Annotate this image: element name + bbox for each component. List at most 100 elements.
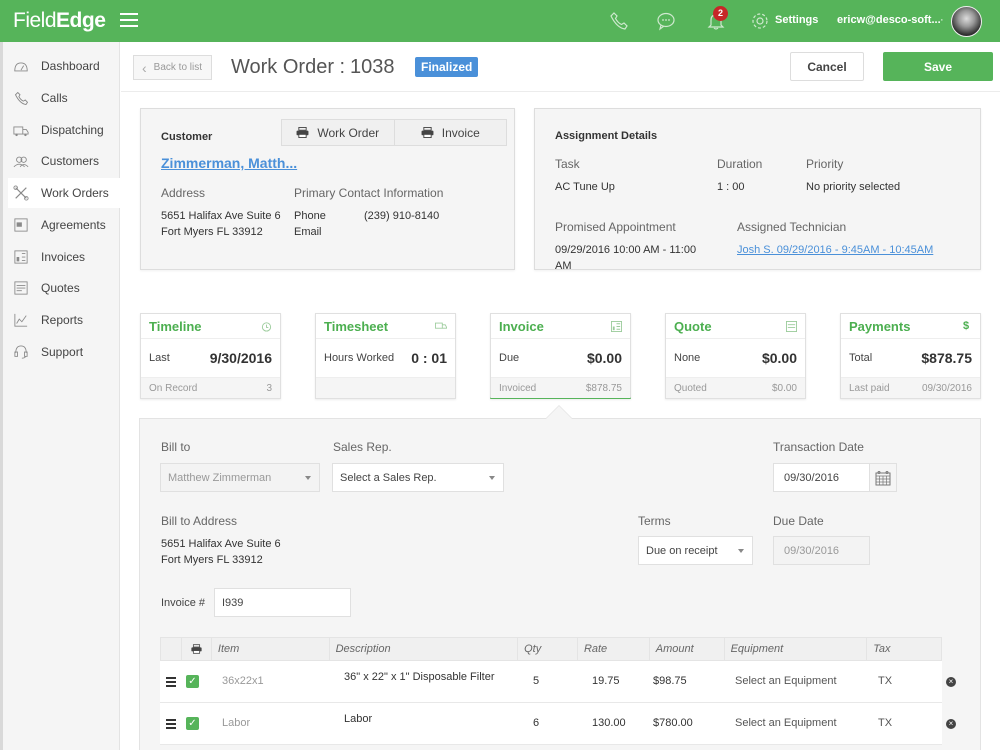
remove-row-icon[interactable]: × <box>946 719 956 729</box>
invoice-number-input[interactable]: I939 <box>214 588 351 617</box>
timesheet-tile[interactable]: Timesheet Hours Worked0 : 01 <box>315 313 456 399</box>
item-code[interactable]: 36x22x1 <box>222 675 264 687</box>
print-work-order-button[interactable]: Work Order <box>282 120 394 145</box>
item-qty[interactable]: 5 <box>533 675 539 687</box>
sidebar-item-calls[interactable]: Calls <box>3 83 120 113</box>
print-invoice-button[interactable]: Invoice <box>394 120 507 145</box>
page-title: Work Order : <box>231 56 345 79</box>
item-tax[interactable]: TX <box>878 717 892 729</box>
sidebar-item-customers[interactable]: Customers <box>3 146 120 176</box>
bill-to-select[interactable]: Matthew Zimmerman <box>160 463 320 492</box>
menu-toggle-icon[interactable] <box>120 13 138 27</box>
sidebar-item-dispatching[interactable]: Dispatching <box>3 115 120 145</box>
calendar-button[interactable] <box>869 463 897 492</box>
sales-rep-select[interactable]: Select a Sales Rep. <box>332 463 504 492</box>
column-header-item[interactable]: Item <box>212 638 330 660</box>
gear-icon[interactable] <box>750 11 770 31</box>
sidebar-item-label: Agreements <box>41 218 106 232</box>
item-rate[interactable]: 130.00 <box>592 717 626 729</box>
save-button[interactable]: Save <box>883 52 993 81</box>
sidebar-item-dashboard[interactable]: Dashboard <box>3 51 120 81</box>
chat-icon[interactable] <box>656 11 676 31</box>
user-email[interactable]: ericw@desco-soft... <box>837 14 941 26</box>
sidebar-item-quotes[interactable]: Quotes <box>3 273 120 303</box>
payments-tile[interactable]: Payments $ Total$878.75 Last paid09/30/2… <box>840 313 981 399</box>
table-row: ✓ 36x22x1 36" x 22" x 1" Disposable Filt… <box>160 661 942 703</box>
assigned-technician-link[interactable]: Josh S. 09/29/2016 - 9:45AM - 10:45AM <box>737 244 933 256</box>
fieldedge-logo[interactable]: FieldEdge <box>13 9 105 33</box>
bill-address-label: Bill to Address <box>161 514 237 528</box>
invoice-tile[interactable]: Invoice Due$0.00 Invoiced$878.75 <box>490 313 631 399</box>
tools-icon <box>12 185 30 201</box>
bill-address-line2: Fort Myers FL 33912 <box>161 554 263 566</box>
sidebar-item-agreements[interactable]: Agreements <box>3 210 120 240</box>
back-to-list-button[interactable]: ‹Back to list <box>133 55 212 80</box>
item-code[interactable]: Labor <box>222 717 250 729</box>
column-header-equipment[interactable]: Equipment <box>725 638 868 660</box>
caret-down-icon <box>738 549 744 553</box>
sidebar-item-reports[interactable]: Reports <box>3 305 120 335</box>
tile-title: Payments <box>849 319 910 334</box>
bill-to-label: Bill to <box>161 440 190 454</box>
column-header-amount[interactable]: Amount <box>650 638 725 660</box>
column-header-description[interactable]: Description <box>330 638 519 660</box>
task-value: AC Tune Up <box>555 181 615 193</box>
settings-link[interactable]: Settings <box>775 14 818 26</box>
avatar[interactable] <box>951 6 982 37</box>
assigned-technician-label: Assigned Technician <box>737 220 846 234</box>
sidebar-item-label: Dispatching <box>41 123 104 137</box>
invoice-icon <box>12 249 30 265</box>
sidebar-item-support[interactable]: Support <box>3 337 120 367</box>
clock-icon <box>260 320 272 332</box>
item-description[interactable]: 36" x 22" x 1" Disposable Filter <box>344 671 495 683</box>
tile-title: Timesheet <box>324 319 388 334</box>
quote-tile[interactable]: Quote None$0.00 Quoted$0.00 <box>665 313 806 399</box>
item-tax[interactable]: TX <box>878 675 892 687</box>
cancel-button[interactable]: Cancel <box>790 52 864 81</box>
timeline-tile[interactable]: Timeline Last9/30/2016 On Record3 <box>140 313 281 399</box>
due-date-input[interactable]: 09/30/2016 <box>773 536 870 565</box>
item-qty[interactable]: 6 <box>533 717 539 729</box>
calendar-icon <box>875 470 891 486</box>
duration-value: 1 : 00 <box>717 181 745 193</box>
sidebar-item-label: Calls <box>41 91 68 105</box>
printer-icon <box>296 127 309 138</box>
remove-row-icon[interactable]: × <box>946 677 956 687</box>
tile-main-label: Total <box>849 352 872 364</box>
item-rate[interactable]: 19.75 <box>592 675 620 687</box>
terms-select[interactable]: Due on receipt <box>638 536 753 565</box>
dashboard-icon <box>12 58 30 74</box>
print-checkbox[interactable]: ✓ <box>186 675 199 688</box>
drag-handle-icon[interactable] <box>166 677 176 689</box>
user-menu-dot[interactable]: · <box>940 14 944 26</box>
item-description[interactable]: Labor <box>344 713 372 725</box>
tile-foot-value: 09/30/2016 <box>922 383 972 394</box>
column-header-tax[interactable]: Tax <box>867 638 941 660</box>
drag-column-header <box>161 638 182 660</box>
print-checkbox[interactable]: ✓ <box>186 717 199 730</box>
assignment-heading: Assignment Details <box>555 130 657 142</box>
drag-handle-icon[interactable] <box>166 719 176 731</box>
sidebar-item-invoices[interactable]: Invoices <box>3 242 120 272</box>
customer-name-link[interactable]: Zimmerman, Matth... <box>161 155 297 171</box>
terms-label: Terms <box>638 514 671 528</box>
column-header-rate[interactable]: Rate <box>578 638 650 660</box>
work-order-number: 1038 <box>350 56 395 79</box>
tile-foot-label: Invoiced <box>499 383 536 394</box>
address-line1: 5651 Halifax Ave Suite 6 <box>161 210 281 222</box>
phone-icon[interactable] <box>609 11 629 31</box>
table-header: Item Description Qty Rate Amount Equipme… <box>160 637 942 661</box>
assignment-card: Assignment Details Task AC Tune Up Durat… <box>534 108 981 270</box>
transaction-date-input[interactable]: 09/30/2016 <box>773 463 870 492</box>
logo-text-light: Field <box>13 9 56 32</box>
customer-card: Customer Work Order Invoice Zimmerman, M… <box>140 108 515 270</box>
status-badge: Finalized <box>415 57 478 77</box>
phone-icon <box>12 90 30 106</box>
sidebar-item-work-orders[interactable]: Work Orders <box>8 178 120 208</box>
equipment-select[interactable]: Select an Equipment <box>735 675 837 687</box>
sidebar-item-label: Invoices <box>41 250 85 264</box>
column-header-qty[interactable]: Qty <box>518 638 578 660</box>
tile-main-value: $0.00 <box>587 350 622 366</box>
tile-foot-label: Quoted <box>674 383 707 394</box>
equipment-select[interactable]: Select an Equipment <box>735 717 837 729</box>
